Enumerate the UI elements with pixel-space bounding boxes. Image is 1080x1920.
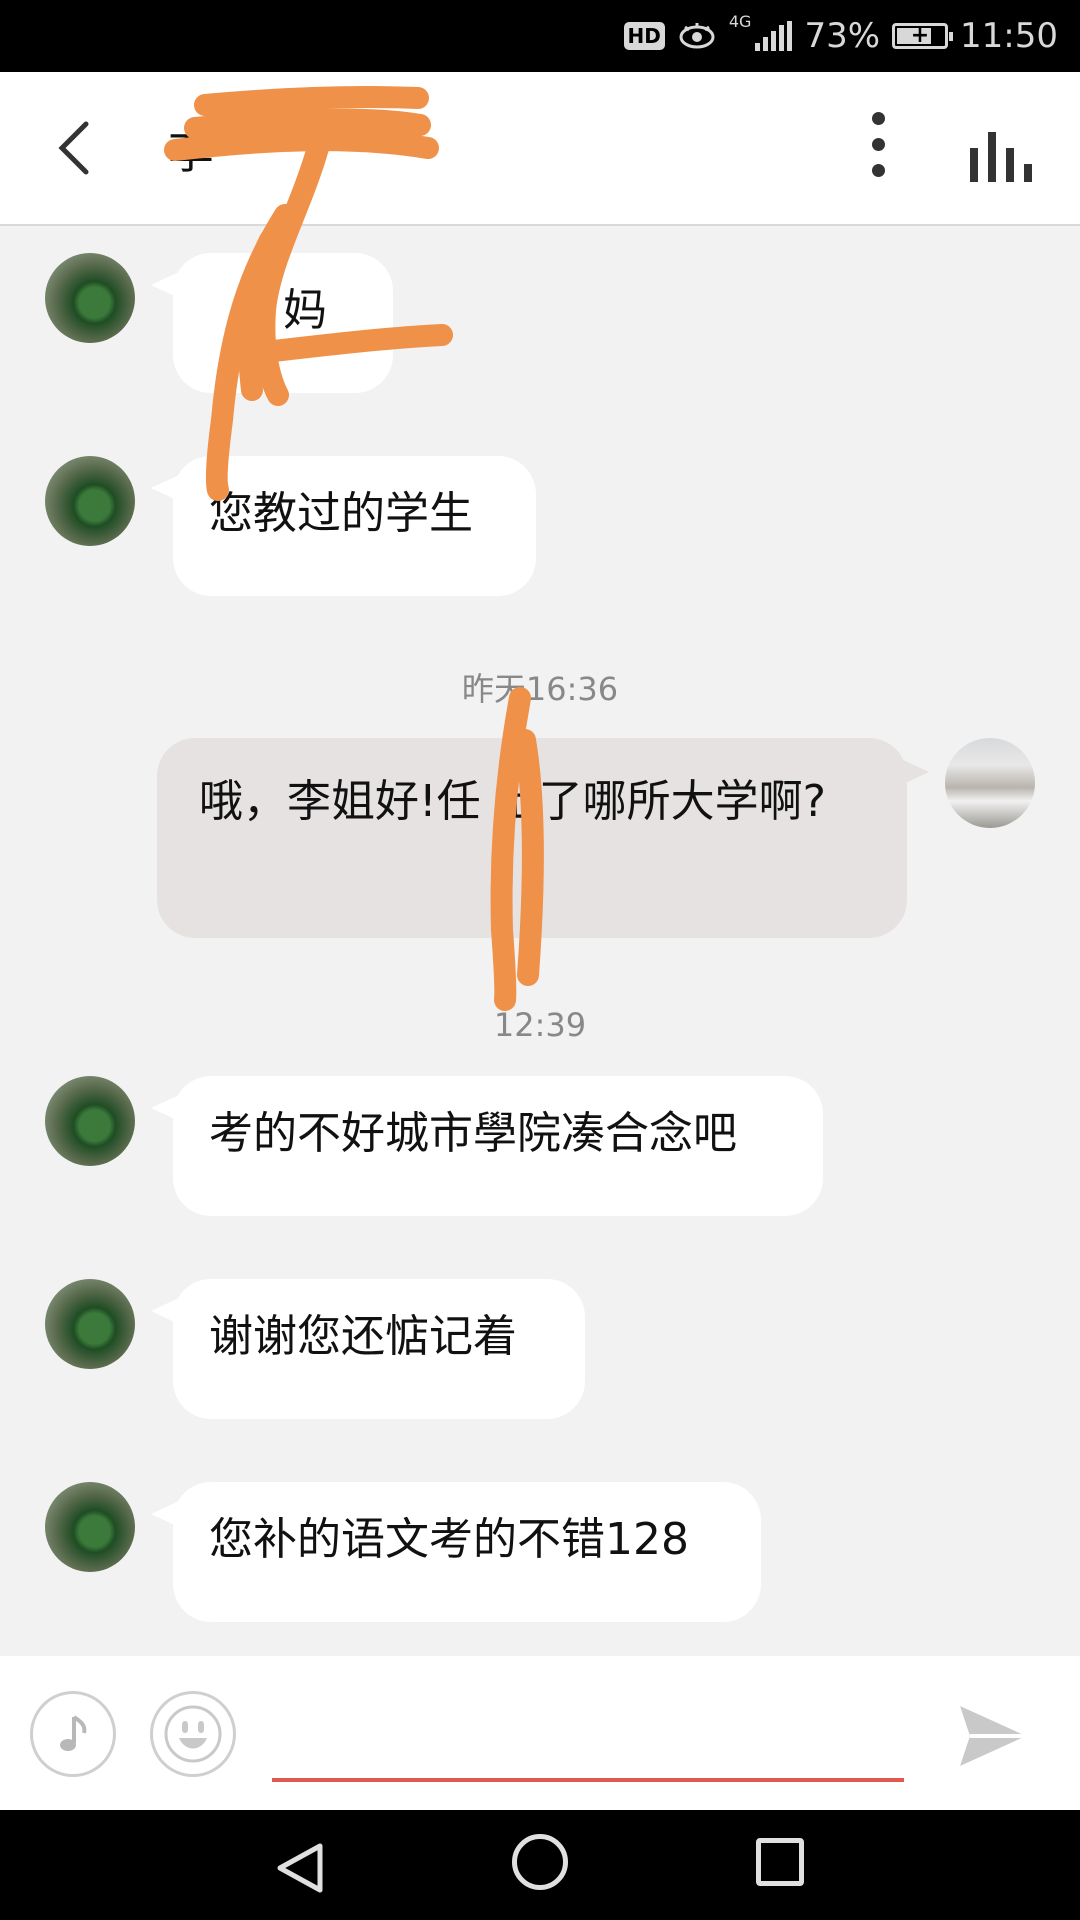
timestamp: 12:39 [493,1006,587,1044]
send-icon[interactable] [952,1696,1032,1776]
my-avatar[interactable] [945,738,1035,828]
chat-header: 李 [0,72,1080,226]
contact-avatar[interactable] [45,1076,135,1166]
message-bubble[interactable]: 谢谢您还惦记着 [151,1279,585,1419]
hd-badge: HD [623,22,665,50]
contact-avatar[interactable] [45,1482,135,1572]
message-text: 您补的语文考的不错128 [209,1514,689,1565]
timestamp: 昨天16:36 [461,670,619,708]
voice-note-icon[interactable] [30,1691,116,1777]
message-text: 您教过的学生 [209,488,473,539]
battery-icon: + [892,23,954,49]
contact-avatar[interactable] [45,253,135,343]
status-bar: HD 4G 73% + 11:50 [0,0,1080,72]
status-icons: HD 4G 73% + 11:50 [623,0,1058,72]
eye-comfort-icon [679,23,715,49]
battery-percent: 73% [804,16,881,56]
system-nav-bar [0,1810,1080,1920]
input-bar [0,1656,1080,1810]
clock: 11:50 [960,16,1058,56]
contact-name: 李 [168,125,214,179]
nav-back-icon[interactable] [270,1840,330,1896]
contact-avatar[interactable] [45,1279,135,1369]
message-text: 谢谢您还惦记着 [209,1311,517,1362]
message-bubble[interactable]: 您教过的学生 [151,456,536,596]
contact-avatar[interactable] [45,456,135,546]
message-text: 妈 [283,285,327,336]
signal-icon [755,21,793,51]
emoji-icon[interactable] [150,1691,236,1777]
back-arrow-icon[interactable] [40,112,110,182]
message-input[interactable] [272,1696,904,1782]
nav-recents-icon[interactable] [756,1838,804,1886]
network-type: 4G [728,12,752,31]
message-bubble[interactable]: 妈 [151,253,393,393]
message-text: 哦，李姐好!任 上了哪所大学啊? [199,776,826,827]
message-bubble[interactable]: 考的不好城市學院凑合念吧 [151,1076,823,1216]
message-list[interactable]: 妈 您教过的学生 昨天16:36 哦，李姐好!任 上了哪所大学啊? 12:39 … [0,226,1080,1656]
more-vertical-icon[interactable] [858,112,898,192]
nav-home-icon[interactable] [512,1834,568,1890]
message-bubble[interactable]: 您补的语文考的不错128 [151,1482,761,1622]
message-bubble[interactable]: 哦，李姐好!任 上了哪所大学啊? [157,738,929,938]
stats-bars-icon[interactable] [970,122,1034,182]
message-text: 考的不好城市學院凑合念吧 [209,1108,737,1159]
